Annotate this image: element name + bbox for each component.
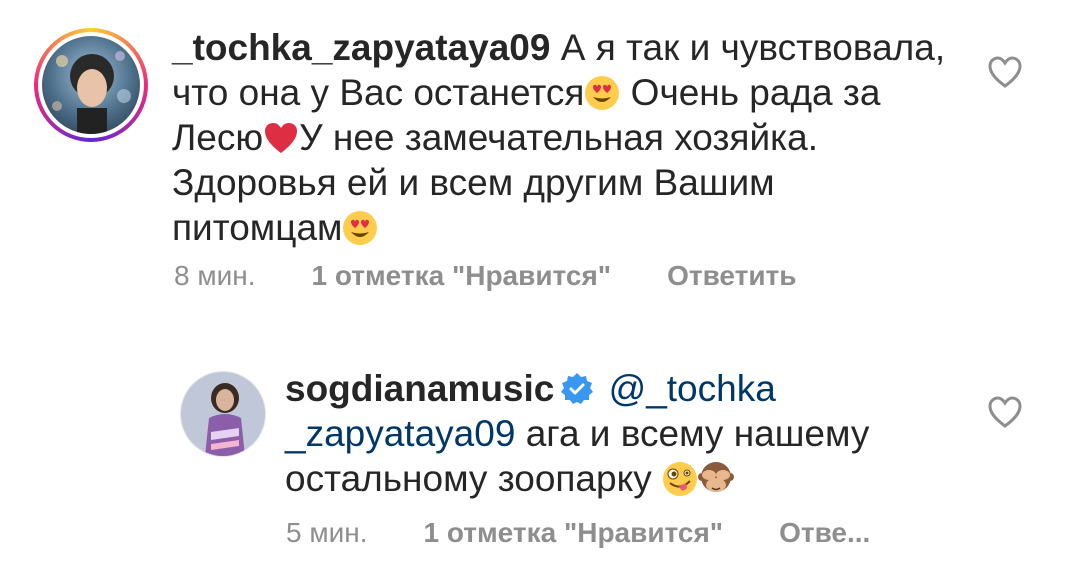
comment-username[interactable]: sogdianamusic: [285, 368, 554, 409]
comment-text: _tochka_zapyataya09 А я так и чувствовал…: [172, 27, 946, 248]
reply-button[interactable]: Ответить: [667, 260, 796, 292]
heart-eyes-emoji: [584, 75, 620, 111]
avatar-story-ring[interactable]: [34, 28, 148, 142]
comment-username[interactable]: _tochka_zapyataya09: [172, 27, 550, 68]
verified-badge-icon: [560, 371, 594, 405]
avatar[interactable]: [180, 371, 266, 457]
likes-count-link[interactable]: 1 отметка "Нравится": [311, 260, 611, 292]
comment-text: sogdianamusic @_tochka _zapyataya09 ага …: [285, 368, 870, 499]
comment-time: 5 мин.: [286, 517, 368, 548]
comment-meta: 5 мин. 1 отметка "Нравится" Отве...: [286, 517, 870, 549]
comment-meta: 8 мин. 1 отметка "Нравится" Ответить: [174, 260, 796, 292]
heart-eyes-emoji: [342, 210, 378, 246]
zany-face-emoji: [662, 461, 698, 497]
heart-outline-icon[interactable]: [987, 55, 1023, 89]
avatar: [42, 36, 140, 134]
see-no-evil-monkey-emoji: [697, 461, 734, 497]
likes-count-link[interactable]: 1 отметка "Нравится": [423, 517, 723, 549]
comment-time: 8 мин.: [174, 260, 256, 291]
reply-button[interactable]: Отве...: [779, 517, 870, 549]
heart-outline-icon[interactable]: [987, 395, 1023, 429]
red-heart-emoji: [263, 120, 299, 156]
